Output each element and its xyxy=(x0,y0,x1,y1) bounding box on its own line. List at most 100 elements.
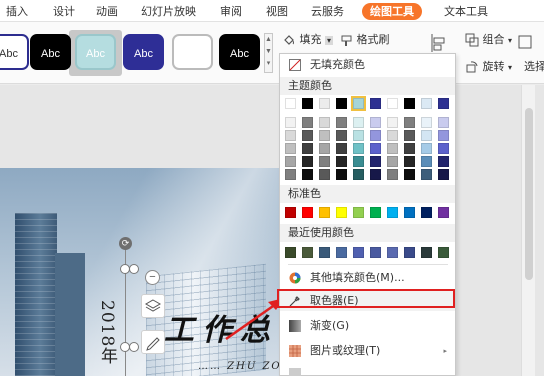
gradient-item[interactable]: 渐变(G) xyxy=(280,316,455,336)
recent-color-swatch[interactable] xyxy=(285,247,296,258)
theme-shade-swatch[interactable] xyxy=(421,143,432,154)
tab-design[interactable]: 设计 xyxy=(53,3,75,20)
shape-style-swatch[interactable] xyxy=(172,34,213,70)
shape-style-swatch[interactable]: Abc xyxy=(30,34,71,70)
theme-shade-swatch[interactable] xyxy=(438,117,449,128)
theme-color-swatch[interactable] xyxy=(336,98,347,109)
theme-shade-swatch[interactable] xyxy=(319,169,330,180)
theme-color-swatch[interactable] xyxy=(404,98,415,109)
collapse-icon[interactable]: − xyxy=(145,270,160,285)
theme-shade-swatch[interactable] xyxy=(438,143,449,154)
theme-shade-swatch[interactable] xyxy=(387,143,398,154)
resize-handle[interactable] xyxy=(129,342,139,352)
pen-button[interactable] xyxy=(141,330,165,354)
select-pane-icon[interactable] xyxy=(517,34,533,53)
theme-shade-swatch[interactable] xyxy=(421,130,432,141)
theme-shade-swatch[interactable] xyxy=(370,169,381,180)
theme-shade-swatch[interactable] xyxy=(336,117,347,128)
theme-shade-swatch[interactable] xyxy=(387,169,398,180)
theme-shade-swatch[interactable] xyxy=(404,156,415,167)
theme-color-swatch[interactable] xyxy=(387,98,398,109)
group-button[interactable]: 组合 ▾ xyxy=(465,31,512,47)
theme-color-swatch[interactable] xyxy=(370,98,381,109)
recent-color-swatch[interactable] xyxy=(387,247,398,258)
slide-title-text[interactable]: 工作总 xyxy=(164,305,278,349)
standard-color-swatch[interactable] xyxy=(285,207,296,218)
pattern-item[interactable] xyxy=(280,364,455,376)
theme-shade-swatch[interactable] xyxy=(285,117,296,128)
theme-shade-swatch[interactable] xyxy=(353,156,364,167)
tab-animation[interactable]: 动画 xyxy=(96,3,118,20)
theme-color-swatch[interactable] xyxy=(421,98,432,109)
theme-shade-swatch[interactable] xyxy=(387,117,398,128)
swatch-scroll-button[interactable]: ▲ ▼ ▾ xyxy=(264,33,273,73)
tab-drawing-tools[interactable]: 绘图工具 xyxy=(362,3,422,20)
theme-shade-swatch[interactable] xyxy=(285,169,296,180)
theme-shade-swatch[interactable] xyxy=(438,130,449,141)
fill-dropdown-icon[interactable]: ▾ xyxy=(325,36,334,45)
shape-style-swatch[interactable]: Abc xyxy=(75,34,116,70)
theme-shade-swatch[interactable] xyxy=(319,143,330,154)
theme-color-swatch[interactable] xyxy=(351,96,366,111)
theme-shade-swatch[interactable] xyxy=(302,143,313,154)
standard-color-swatch[interactable] xyxy=(438,207,449,218)
theme-color-swatch[interactable] xyxy=(319,98,330,109)
tab-insert[interactable]: 插入 xyxy=(6,3,28,20)
theme-shade-swatch[interactable] xyxy=(302,169,313,180)
theme-shade-swatch[interactable] xyxy=(319,117,330,128)
picture-texture-item[interactable]: 图片或纹理(T) ▸ xyxy=(280,341,455,361)
theme-shade-swatch[interactable] xyxy=(285,156,296,167)
more-fill-colors-item[interactable]: 其他填充颜色(M)... xyxy=(280,268,455,288)
recent-color-swatch[interactable] xyxy=(319,247,330,258)
recent-color-swatch[interactable] xyxy=(353,247,364,258)
theme-shade-swatch[interactable] xyxy=(319,130,330,141)
theme-shade-swatch[interactable] xyxy=(370,130,381,141)
theme-shade-swatch[interactable] xyxy=(421,117,432,128)
recent-color-swatch[interactable] xyxy=(370,247,381,258)
theme-shade-swatch[interactable] xyxy=(336,130,347,141)
theme-shade-swatch[interactable] xyxy=(353,117,364,128)
rotate-handle-icon[interactable]: ⟳ xyxy=(119,237,132,250)
recent-color-swatch[interactable] xyxy=(336,247,347,258)
recent-color-swatch[interactable] xyxy=(302,247,313,258)
standard-color-swatch[interactable] xyxy=(421,207,432,218)
theme-shade-swatch[interactable] xyxy=(336,169,347,180)
theme-shade-swatch[interactable] xyxy=(404,169,415,180)
theme-color-swatch[interactable] xyxy=(302,98,313,109)
theme-shade-swatch[interactable] xyxy=(404,117,415,128)
shape-style-swatch[interactable]: Abc xyxy=(0,34,29,70)
theme-shade-swatch[interactable] xyxy=(302,156,313,167)
tab-review[interactable]: 审阅 xyxy=(220,3,242,20)
standard-color-swatch[interactable] xyxy=(302,207,313,218)
theme-shade-swatch[interactable] xyxy=(404,143,415,154)
theme-shade-swatch[interactable] xyxy=(336,143,347,154)
theme-shade-swatch[interactable] xyxy=(285,130,296,141)
theme-shade-swatch[interactable] xyxy=(302,117,313,128)
select-button[interactable]: 选择 xyxy=(524,58,544,74)
align-button[interactable] xyxy=(430,32,446,54)
rotate-button[interactable]: 旋转 ▾ xyxy=(465,58,512,74)
standard-color-swatch[interactable] xyxy=(319,207,330,218)
slide-year-text[interactable]: 2018年 xyxy=(97,300,120,365)
theme-shade-swatch[interactable] xyxy=(421,156,432,167)
vertical-scrollbar-thumb[interactable] xyxy=(525,108,533,280)
theme-shade-swatch[interactable] xyxy=(336,156,347,167)
theme-shade-swatch[interactable] xyxy=(370,117,381,128)
tab-text-tools[interactable]: 文本工具 xyxy=(444,3,488,20)
theme-shade-swatch[interactable] xyxy=(404,130,415,141)
no-fill-item[interactable]: 无填充颜色 xyxy=(280,55,455,75)
theme-shade-swatch[interactable] xyxy=(285,143,296,154)
layers-button[interactable] xyxy=(141,294,165,318)
theme-shade-swatch[interactable] xyxy=(438,156,449,167)
theme-shade-swatch[interactable] xyxy=(387,130,398,141)
recent-color-swatch[interactable] xyxy=(404,247,415,258)
shape-style-swatch[interactable]: Abc xyxy=(123,34,164,70)
theme-shade-swatch[interactable] xyxy=(319,156,330,167)
standard-color-swatch[interactable] xyxy=(336,207,347,218)
theme-shade-swatch[interactable] xyxy=(302,130,313,141)
recent-color-swatch[interactable] xyxy=(421,247,432,258)
fill-button[interactable]: 填充 ▾ xyxy=(282,31,334,47)
standard-color-swatch[interactable] xyxy=(370,207,381,218)
format-brush-button[interactable]: 格式刷 xyxy=(340,31,390,47)
theme-shade-swatch[interactable] xyxy=(387,156,398,167)
